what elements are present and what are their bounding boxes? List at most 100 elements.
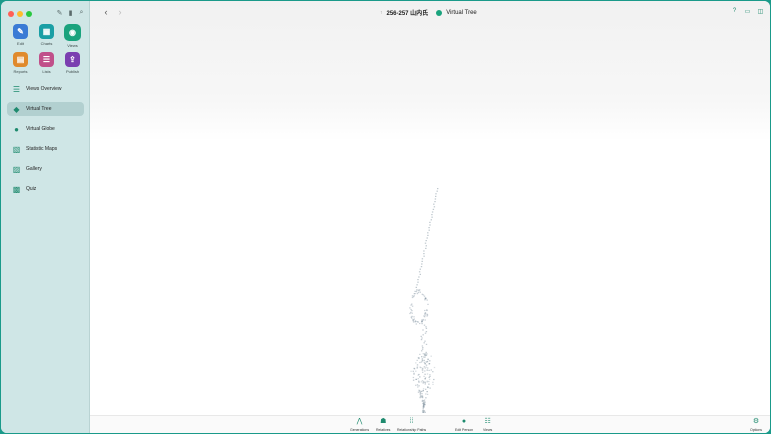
tree-node[interactable] xyxy=(411,315,413,317)
tree-node[interactable] xyxy=(425,245,427,247)
tree-node[interactable] xyxy=(427,367,429,369)
tree-node[interactable] xyxy=(415,291,418,293)
tree-node[interactable] xyxy=(424,319,426,321)
tree-node[interactable] xyxy=(418,373,420,376)
tree-node[interactable] xyxy=(418,357,420,359)
tree-node[interactable] xyxy=(428,376,430,378)
tree-node[interactable] xyxy=(432,383,434,385)
close-window-button[interactable] xyxy=(8,11,14,17)
tree-node[interactable] xyxy=(416,359,418,361)
tree-node[interactable] xyxy=(422,329,424,331)
tree-node[interactable] xyxy=(418,380,420,382)
tree-node[interactable] xyxy=(425,364,428,366)
tree-node[interactable] xyxy=(425,240,427,242)
tree-node[interactable] xyxy=(423,359,425,361)
tree-node[interactable] xyxy=(425,351,427,353)
tree-node[interactable] xyxy=(431,211,434,213)
tree-node[interactable] xyxy=(410,370,412,372)
tree-node[interactable] xyxy=(411,303,413,305)
tree-node[interactable] xyxy=(430,355,432,357)
module-reports[interactable]: ▤ Reports xyxy=(8,52,33,74)
tree-node[interactable] xyxy=(419,353,421,355)
tree-node[interactable] xyxy=(417,291,420,294)
sidebar-toggle-icon[interactable]: ◫ xyxy=(757,8,764,15)
tree-node[interactable] xyxy=(425,326,427,328)
tree-node[interactable] xyxy=(436,190,438,192)
tree-node[interactable] xyxy=(415,320,417,323)
tree-node[interactable] xyxy=(412,379,415,381)
tree-node[interactable] xyxy=(417,281,419,283)
tree-node[interactable] xyxy=(419,273,421,275)
module-charts[interactable]: ▦ Charts xyxy=(34,24,59,48)
tree-node[interactable] xyxy=(415,286,417,288)
tree-node[interactable] xyxy=(432,208,435,210)
tree-node[interactable] xyxy=(429,221,431,223)
options-button[interactable]: ⚙ Options xyxy=(750,418,762,432)
tree-node[interactable] xyxy=(415,323,417,325)
tree-node[interactable] xyxy=(422,410,425,412)
tree-node[interactable] xyxy=(425,366,427,368)
tree-node[interactable] xyxy=(425,397,427,399)
tree-node[interactable] xyxy=(419,322,421,325)
generations-button[interactable]: ⋀ Generations xyxy=(350,418,369,432)
tree-node[interactable] xyxy=(417,289,419,291)
search-icon[interactable]: ⌕ xyxy=(78,9,85,17)
tree-node[interactable] xyxy=(424,242,427,244)
tree-node[interactable] xyxy=(415,362,417,364)
minimize-window-button[interactable] xyxy=(17,11,23,17)
tree-node[interactable] xyxy=(422,371,424,373)
tree-node[interactable] xyxy=(431,214,433,216)
tree-node[interactable] xyxy=(425,331,428,333)
tree-node[interactable] xyxy=(422,412,424,414)
tree-node[interactable] xyxy=(422,334,424,336)
tree-node[interactable] xyxy=(412,320,414,322)
sidebar-item-statistic-maps[interactable]: ▧ Statistic Maps xyxy=(7,142,84,156)
tree-node[interactable] xyxy=(422,347,424,349)
tree-node[interactable] xyxy=(424,340,426,342)
tree-node[interactable] xyxy=(423,375,425,377)
tree-node[interactable] xyxy=(412,321,415,323)
tree-node[interactable] xyxy=(410,311,412,313)
maximize-window-button[interactable] xyxy=(26,11,32,17)
tree-node[interactable] xyxy=(428,380,430,383)
tree-node[interactable] xyxy=(425,354,428,356)
tree-node[interactable] xyxy=(411,317,413,319)
tree-node[interactable] xyxy=(428,369,430,371)
tree-node[interactable] xyxy=(421,323,423,325)
tree-node[interactable] xyxy=(424,314,426,316)
tree-node[interactable] xyxy=(429,375,431,377)
tree-node[interactable] xyxy=(424,401,426,403)
tree-node[interactable] xyxy=(417,321,419,323)
tree-node[interactable] xyxy=(423,361,426,363)
tree-node[interactable] xyxy=(421,345,424,347)
tree-node[interactable] xyxy=(415,384,417,386)
tree-node[interactable] xyxy=(421,293,423,295)
tree-node[interactable] xyxy=(426,391,428,393)
tree-node[interactable] xyxy=(421,348,424,350)
tree-node[interactable] xyxy=(423,295,426,297)
tree-node[interactable] xyxy=(421,393,423,395)
tree-node[interactable] xyxy=(423,400,425,402)
forward-arrow-icon[interactable]: › xyxy=(116,7,124,17)
tree-node[interactable] xyxy=(427,232,429,234)
tree-node[interactable] xyxy=(424,370,426,372)
tree-node[interactable] xyxy=(423,399,426,401)
help-icon[interactable]: ? xyxy=(731,8,738,15)
tree-node[interactable] xyxy=(430,369,432,371)
tree-node[interactable] xyxy=(411,310,413,312)
tree-node[interactable] xyxy=(420,335,422,337)
tree-node[interactable] xyxy=(421,337,423,339)
tree-node[interactable] xyxy=(418,390,420,392)
tree-node[interactable] xyxy=(421,260,423,262)
tree-node[interactable] xyxy=(419,392,422,394)
tree-node[interactable] xyxy=(411,296,414,299)
tree-node[interactable] xyxy=(413,295,415,297)
tree-node[interactable] xyxy=(420,266,423,268)
tree-node[interactable] xyxy=(421,321,423,323)
tree-node[interactable] xyxy=(421,358,424,360)
tree-node[interactable] xyxy=(426,361,428,363)
tree-node[interactable] xyxy=(427,387,429,389)
tree-node[interactable] xyxy=(426,393,429,395)
tree-node[interactable] xyxy=(425,247,427,249)
tree-node[interactable] xyxy=(433,203,435,205)
